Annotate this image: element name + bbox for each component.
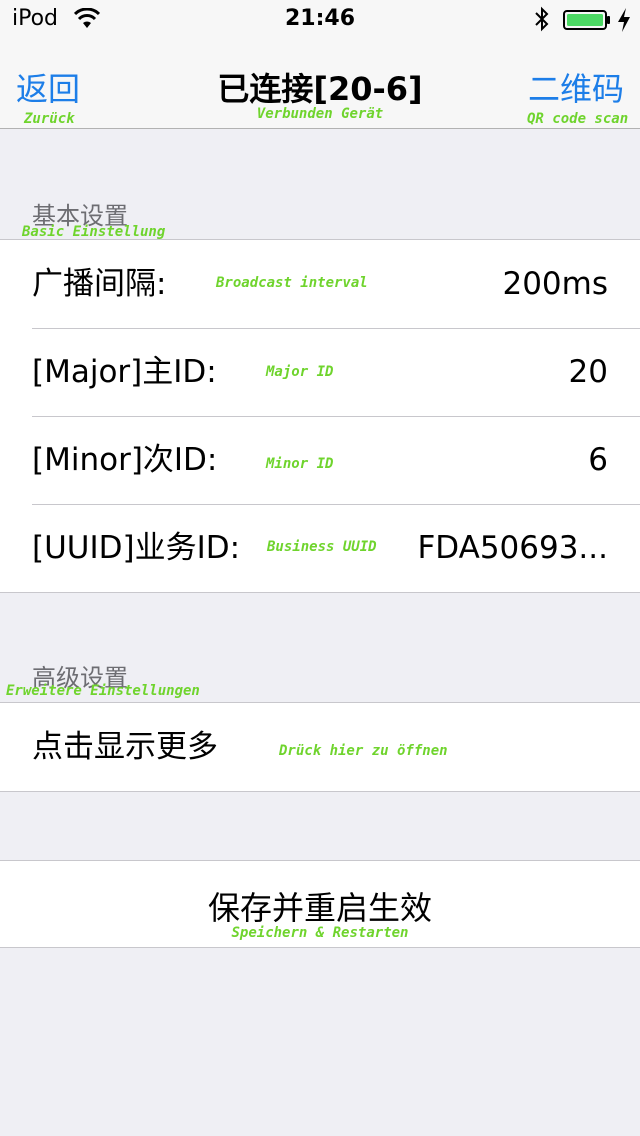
row-label: [UUID]业务ID: (32, 530, 241, 566)
advanced-settings-annotation: Erweitere Einstellungen (6, 683, 200, 699)
major-id-row[interactable]: [Major]主ID: Major ID 20 (0, 328, 640, 416)
bluetooth-icon (535, 6, 549, 32)
major-id-value: 20 (568, 354, 608, 390)
show-more-row[interactable]: 点击显示更多 Drück hier zu öffnen (0, 703, 640, 791)
show-more-annotation: Drück hier zu öffnen (279, 743, 448, 759)
row-label: 广播间隔: (32, 266, 167, 302)
broadcast-interval-row[interactable]: 广播间隔: Broadcast interval 200ms (0, 240, 640, 328)
basic-settings-annotation: Basic Einstellung (22, 224, 166, 240)
row-label: [Minor]次ID: (32, 442, 218, 478)
uuid-value: FDA50693... (417, 530, 608, 566)
save-restart-label: 保存并重启生效 (207, 889, 432, 927)
row-annotation: Business UUID (267, 539, 377, 555)
minor-id-row[interactable]: [Minor]次ID: Minor ID 6 (0, 416, 640, 504)
battery-icon (563, 10, 610, 30)
qr-code-button[interactable]: 二维码 (528, 64, 624, 110)
row-label: [Major]主ID: (32, 354, 217, 390)
qr-annotation: QR code scan (527, 111, 629, 127)
row-annotation: Major ID (266, 364, 334, 380)
basic-settings-group: 广播间隔: Broadcast interval 200ms [Major]主I… (0, 239, 640, 593)
uuid-row[interactable]: [UUID]业务ID: Business UUID FDA50693... (0, 504, 640, 592)
advanced-settings-group: 点击显示更多 Drück hier zu öffnen (0, 702, 640, 792)
row-annotation: Minor ID (266, 456, 334, 472)
minor-id-value: 6 (588, 442, 608, 478)
show-more-label: 点击显示更多 (32, 729, 218, 765)
charging-icon (618, 8, 630, 32)
row-annotation: Broadcast interval (216, 275, 368, 291)
status-bar: iPod 21:46 (0, 0, 640, 40)
broadcast-interval-value: 200ms (502, 266, 608, 302)
save-restart-annotation: Speichern & Restarten (231, 925, 409, 941)
save-restart-button[interactable]: 保存并重启生效 Speichern & Restarten (0, 860, 640, 948)
